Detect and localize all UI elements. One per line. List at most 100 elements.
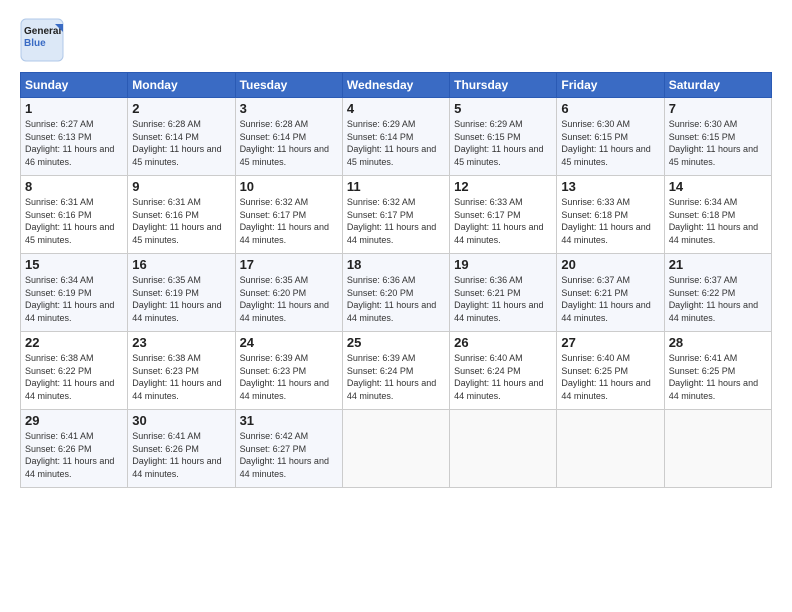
table-row [342, 410, 449, 488]
col-header-wednesday: Wednesday [342, 73, 449, 98]
day-number: 18 [347, 257, 445, 272]
logo: General Blue [20, 18, 64, 62]
day-number: 29 [25, 413, 123, 428]
table-row: 7 Sunrise: 6:30 AMSunset: 6:15 PMDayligh… [664, 98, 771, 176]
day-info: Sunrise: 6:40 AMSunset: 6:25 PMDaylight:… [561, 352, 659, 402]
day-info: Sunrise: 6:38 AMSunset: 6:22 PMDaylight:… [25, 352, 123, 402]
svg-text:Blue: Blue [24, 38, 46, 49]
day-info: Sunrise: 6:34 AMSunset: 6:18 PMDaylight:… [669, 196, 767, 246]
table-row: 2 Sunrise: 6:28 AMSunset: 6:14 PMDayligh… [128, 98, 235, 176]
day-number: 13 [561, 179, 659, 194]
day-info: Sunrise: 6:39 AMSunset: 6:23 PMDaylight:… [240, 352, 338, 402]
day-number: 6 [561, 101, 659, 116]
day-number: 27 [561, 335, 659, 350]
table-row: 26 Sunrise: 6:40 AMSunset: 6:24 PMDaylig… [450, 332, 557, 410]
day-number: 17 [240, 257, 338, 272]
table-row: 23 Sunrise: 6:38 AMSunset: 6:23 PMDaylig… [128, 332, 235, 410]
day-number: 10 [240, 179, 338, 194]
table-row: 21 Sunrise: 6:37 AMSunset: 6:22 PMDaylig… [664, 254, 771, 332]
table-row: 20 Sunrise: 6:37 AMSunset: 6:21 PMDaylig… [557, 254, 664, 332]
header: General Blue [20, 18, 772, 62]
day-info: Sunrise: 6:29 AMSunset: 6:14 PMDaylight:… [347, 118, 445, 168]
table-row: 17 Sunrise: 6:35 AMSunset: 6:20 PMDaylig… [235, 254, 342, 332]
table-row: 11 Sunrise: 6:32 AMSunset: 6:17 PMDaylig… [342, 176, 449, 254]
day-number: 14 [669, 179, 767, 194]
day-info: Sunrise: 6:31 AMSunset: 6:16 PMDaylight:… [132, 196, 230, 246]
table-row: 15 Sunrise: 6:34 AMSunset: 6:19 PMDaylig… [21, 254, 128, 332]
table-row: 10 Sunrise: 6:32 AMSunset: 6:17 PMDaylig… [235, 176, 342, 254]
day-info: Sunrise: 6:28 AMSunset: 6:14 PMDaylight:… [132, 118, 230, 168]
day-number: 7 [669, 101, 767, 116]
day-number: 22 [25, 335, 123, 350]
table-row: 30 Sunrise: 6:41 AMSunset: 6:26 PMDaylig… [128, 410, 235, 488]
table-row: 3 Sunrise: 6:28 AMSunset: 6:14 PMDayligh… [235, 98, 342, 176]
table-row: 6 Sunrise: 6:30 AMSunset: 6:15 PMDayligh… [557, 98, 664, 176]
day-info: Sunrise: 6:41 AMSunset: 6:26 PMDaylight:… [25, 430, 123, 480]
day-number: 26 [454, 335, 552, 350]
table-row: 14 Sunrise: 6:34 AMSunset: 6:18 PMDaylig… [664, 176, 771, 254]
day-info: Sunrise: 6:33 AMSunset: 6:17 PMDaylight:… [454, 196, 552, 246]
page: General Blue SundayMondayTuesdayWednesda… [0, 0, 792, 612]
table-row: 19 Sunrise: 6:36 AMSunset: 6:21 PMDaylig… [450, 254, 557, 332]
day-info: Sunrise: 6:39 AMSunset: 6:24 PMDaylight:… [347, 352, 445, 402]
table-row: 24 Sunrise: 6:39 AMSunset: 6:23 PMDaylig… [235, 332, 342, 410]
day-number: 12 [454, 179, 552, 194]
day-number: 24 [240, 335, 338, 350]
day-number: 23 [132, 335, 230, 350]
day-info: Sunrise: 6:34 AMSunset: 6:19 PMDaylight:… [25, 274, 123, 324]
day-number: 19 [454, 257, 552, 272]
table-row: 22 Sunrise: 6:38 AMSunset: 6:22 PMDaylig… [21, 332, 128, 410]
day-number: 8 [25, 179, 123, 194]
table-row: 25 Sunrise: 6:39 AMSunset: 6:24 PMDaylig… [342, 332, 449, 410]
logo-icon: General Blue [20, 18, 64, 62]
day-info: Sunrise: 6:40 AMSunset: 6:24 PMDaylight:… [454, 352, 552, 402]
day-info: Sunrise: 6:31 AMSunset: 6:16 PMDaylight:… [25, 196, 123, 246]
day-number: 2 [132, 101, 230, 116]
day-number: 20 [561, 257, 659, 272]
day-number: 21 [669, 257, 767, 272]
day-info: Sunrise: 6:38 AMSunset: 6:23 PMDaylight:… [132, 352, 230, 402]
day-info: Sunrise: 6:27 AMSunset: 6:13 PMDaylight:… [25, 118, 123, 168]
day-info: Sunrise: 6:33 AMSunset: 6:18 PMDaylight:… [561, 196, 659, 246]
col-header-friday: Friday [557, 73, 664, 98]
day-info: Sunrise: 6:35 AMSunset: 6:20 PMDaylight:… [240, 274, 338, 324]
table-row: 8 Sunrise: 6:31 AMSunset: 6:16 PMDayligh… [21, 176, 128, 254]
day-number: 25 [347, 335, 445, 350]
svg-text:General: General [24, 26, 61, 37]
table-row: 29 Sunrise: 6:41 AMSunset: 6:26 PMDaylig… [21, 410, 128, 488]
day-number: 31 [240, 413, 338, 428]
table-row: 12 Sunrise: 6:33 AMSunset: 6:17 PMDaylig… [450, 176, 557, 254]
day-number: 3 [240, 101, 338, 116]
day-number: 1 [25, 101, 123, 116]
day-info: Sunrise: 6:41 AMSunset: 6:25 PMDaylight:… [669, 352, 767, 402]
day-info: Sunrise: 6:30 AMSunset: 6:15 PMDaylight:… [669, 118, 767, 168]
table-row: 1 Sunrise: 6:27 AMSunset: 6:13 PMDayligh… [21, 98, 128, 176]
table-row: 18 Sunrise: 6:36 AMSunset: 6:20 PMDaylig… [342, 254, 449, 332]
table-row: 9 Sunrise: 6:31 AMSunset: 6:16 PMDayligh… [128, 176, 235, 254]
day-info: Sunrise: 6:30 AMSunset: 6:15 PMDaylight:… [561, 118, 659, 168]
day-info: Sunrise: 6:36 AMSunset: 6:20 PMDaylight:… [347, 274, 445, 324]
calendar-table: SundayMondayTuesdayWednesdayThursdayFrid… [20, 72, 772, 488]
day-number: 5 [454, 101, 552, 116]
day-info: Sunrise: 6:32 AMSunset: 6:17 PMDaylight:… [240, 196, 338, 246]
table-row: 27 Sunrise: 6:40 AMSunset: 6:25 PMDaylig… [557, 332, 664, 410]
table-row [664, 410, 771, 488]
col-header-saturday: Saturday [664, 73, 771, 98]
table-row: 31 Sunrise: 6:42 AMSunset: 6:27 PMDaylig… [235, 410, 342, 488]
day-info: Sunrise: 6:29 AMSunset: 6:15 PMDaylight:… [454, 118, 552, 168]
col-header-sunday: Sunday [21, 73, 128, 98]
col-header-tuesday: Tuesday [235, 73, 342, 98]
day-number: 30 [132, 413, 230, 428]
day-info: Sunrise: 6:37 AMSunset: 6:21 PMDaylight:… [561, 274, 659, 324]
table-row [557, 410, 664, 488]
table-row [450, 410, 557, 488]
day-info: Sunrise: 6:35 AMSunset: 6:19 PMDaylight:… [132, 274, 230, 324]
table-row: 28 Sunrise: 6:41 AMSunset: 6:25 PMDaylig… [664, 332, 771, 410]
day-number: 16 [132, 257, 230, 272]
day-number: 15 [25, 257, 123, 272]
day-info: Sunrise: 6:32 AMSunset: 6:17 PMDaylight:… [347, 196, 445, 246]
table-row: 16 Sunrise: 6:35 AMSunset: 6:19 PMDaylig… [128, 254, 235, 332]
day-info: Sunrise: 6:28 AMSunset: 6:14 PMDaylight:… [240, 118, 338, 168]
table-row: 13 Sunrise: 6:33 AMSunset: 6:18 PMDaylig… [557, 176, 664, 254]
table-row: 4 Sunrise: 6:29 AMSunset: 6:14 PMDayligh… [342, 98, 449, 176]
